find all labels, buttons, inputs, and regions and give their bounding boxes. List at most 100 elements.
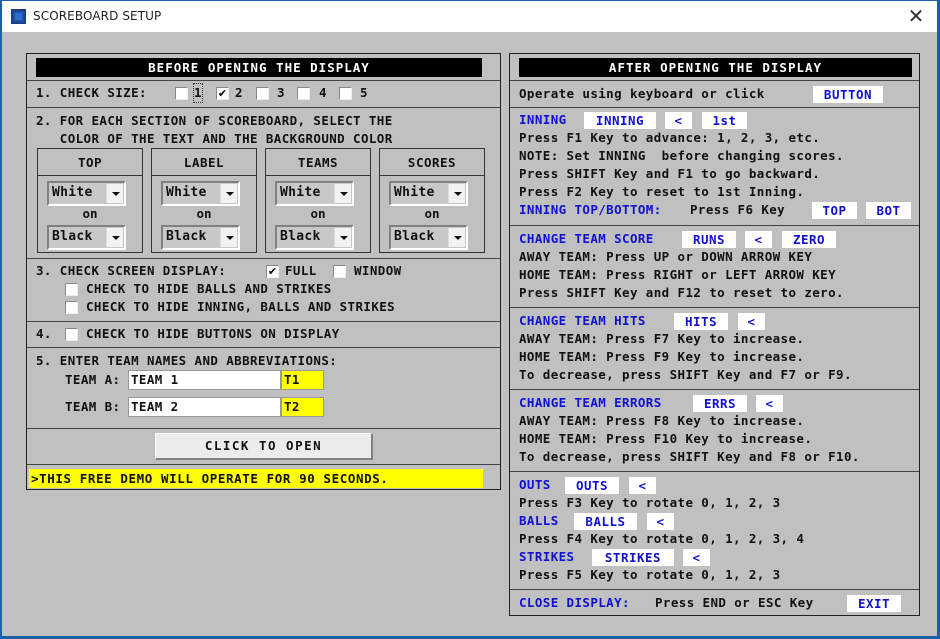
colors-instruction-line-1: 2. FOR EACH SECTION OF SCOREBOARD, SELEC… (36, 113, 393, 128)
inning-button[interactable]: INNING (584, 112, 656, 129)
hide-inning-balls-strikes-label[interactable]: CHECK TO HIDE INNING, BALLS AND STRIKES (86, 298, 395, 316)
inning-top-bottom-text: Press F6 Key (690, 202, 786, 217)
team-errors-line-2: HOME TEAM: Press F10 Key to increase. (519, 431, 813, 446)
select-value: Black (280, 229, 321, 244)
size-5-label[interactable]: 5 (360, 84, 368, 102)
balls-button[interactable]: BALLS (574, 513, 637, 530)
top-text-color-select[interactable]: White (47, 181, 126, 206)
outs-button[interactable]: OUTS (565, 477, 619, 494)
select-value: White (394, 185, 435, 200)
inning-title: INNING (519, 112, 567, 127)
window-label[interactable]: WINDOW (354, 262, 402, 280)
runs-button[interactable]: RUNS (682, 231, 736, 248)
inning-top-bottom-label: INNING TOP/BOTTOM: (519, 202, 662, 217)
hide-buttons-section: 4. CHECK TO HIDE BUTTONS ON DISPLAY (27, 322, 500, 348)
inning-value-button[interactable]: 1st (702, 112, 747, 129)
outs-title: OUTS (519, 477, 551, 492)
label-text-color-select[interactable]: White (161, 181, 240, 206)
full-label[interactable]: FULL (285, 262, 317, 280)
team-score-title: CHANGE TEAM SCORE (519, 231, 654, 246)
chevron-down-icon[interactable] (220, 184, 237, 203)
exit-button[interactable]: EXIT (847, 595, 901, 612)
label-background-color-select[interactable]: Black (161, 225, 240, 250)
top-background-color-select[interactable]: Black (47, 225, 126, 250)
top-button[interactable]: TOP (812, 202, 857, 219)
before-opening-panel: BEFORE OPENING THE DISPLAY 1. CHECK SIZE… (26, 53, 501, 490)
full-checkbox[interactable]: ✔ (266, 265, 279, 278)
size-1-label[interactable]: 1 (193, 83, 203, 103)
strikes-back-button[interactable]: < (683, 549, 710, 566)
chevron-down-icon[interactable] (106, 228, 123, 247)
title-bar: SCOREBOARD SETUP ✕ (2, 0, 937, 32)
size-4-checkbox[interactable] (297, 87, 310, 100)
chevron-down-icon[interactable] (334, 184, 351, 203)
teams-background-color-select[interactable]: Black (275, 225, 354, 250)
hits-back-button[interactable]: < (738, 313, 765, 330)
teams-text-color-select[interactable]: White (275, 181, 354, 206)
strikes-button[interactable]: STRIKES (592, 549, 674, 566)
team-b-abbreviation-input[interactable]: T2 (281, 397, 324, 417)
size-1-checkbox[interactable] (175, 87, 188, 100)
window-title: SCOREBOARD SETUP (33, 9, 162, 23)
color-box-scores: SCORES White on Black (379, 148, 485, 253)
select-value: Black (52, 229, 93, 244)
zero-button[interactable]: ZERO (782, 231, 836, 248)
chevron-down-icon[interactable] (448, 184, 465, 203)
team-names-section: 5. ENTER TEAM NAMES AND ABBREVIATIONS: T… (27, 348, 500, 429)
team-a-abbreviation-input[interactable]: T1 (281, 370, 324, 390)
chevron-down-icon[interactable] (448, 228, 465, 247)
size-5-checkbox[interactable] (339, 87, 352, 100)
scores-text-color-select[interactable]: White (389, 181, 468, 206)
app-icon (11, 9, 26, 24)
size-3-label[interactable]: 3 (277, 84, 285, 102)
hide-balls-strikes-checkbox[interactable] (65, 283, 78, 296)
team-a-name-input[interactable]: TEAM 1 (128, 370, 281, 390)
hide-buttons-checkbox[interactable] (65, 328, 78, 341)
hide-buttons-label[interactable]: CHECK TO HIDE BUTTONS ON DISPLAY (86, 325, 340, 343)
click-to-open-button[interactable]: CLICK TO OPEN (155, 433, 373, 460)
inning-line-2: NOTE: Set INNING before changing scores. (519, 148, 844, 163)
bot-button[interactable]: BOT (866, 202, 911, 219)
inning-section: INNING INNING < 1st Press F1 Key to adva… (510, 108, 919, 226)
size-4-label[interactable]: 4 (319, 84, 327, 102)
on-label: on (196, 206, 212, 221)
team-hits-line-3: To decrease, press SHIFT Key and F7 or F… (519, 367, 852, 382)
window-checkbox[interactable] (333, 265, 346, 278)
size-2-label[interactable]: 2 (235, 84, 243, 102)
hits-button[interactable]: HITS (674, 313, 728, 330)
chevron-down-icon[interactable] (334, 228, 351, 247)
close-icon[interactable]: ✕ (901, 5, 931, 29)
scores-background-color-select[interactable]: Black (389, 225, 468, 250)
team-b-label: TEAM B: (65, 399, 121, 414)
chevron-down-icon[interactable] (220, 228, 237, 247)
balls-back-button[interactable]: < (647, 513, 674, 530)
close-display-label: CLOSE DISPLAY: (519, 595, 630, 610)
header-section (27, 54, 500, 81)
select-value: White (280, 185, 321, 200)
color-box-label: LABEL White on Black (151, 148, 257, 253)
color-box-title: TEAMS (266, 149, 370, 176)
scoreboard-setup-window: SCOREBOARD SETUP ✕ BEFORE OPENING THE DI… (0, 0, 940, 639)
errs-button[interactable]: ERRS (693, 395, 747, 412)
team-b-name-input[interactable]: TEAM 2 (128, 397, 281, 417)
errs-back-button[interactable]: < (756, 395, 783, 412)
inning-back-button[interactable]: < (665, 112, 692, 129)
colors-section: 2. FOR EACH SECTION OF SCOREBOARD, SELEC… (27, 108, 500, 259)
size-3-checkbox[interactable] (256, 87, 269, 100)
team-hits-title: CHANGE TEAM HITS (519, 313, 646, 328)
select-value: Black (394, 229, 435, 244)
runs-back-button[interactable]: < (745, 231, 772, 248)
color-box-title: LABEL (152, 149, 256, 176)
size-2-checkbox[interactable]: ✔ (216, 87, 229, 100)
hide-balls-strikes-label[interactable]: CHECK TO HIDE BALLS AND STRIKES (86, 280, 332, 298)
team-score-line-2: HOME TEAM: Press RIGHT or LEFT ARROW KEY (519, 267, 837, 282)
on-label: on (310, 206, 326, 221)
operate-section: Operate using keyboard or click BUTTON (510, 81, 919, 108)
open-section: CLICK TO OPEN (27, 429, 500, 465)
button-demo-button[interactable]: BUTTON (813, 86, 883, 103)
chevron-down-icon[interactable] (106, 184, 123, 203)
hide-inning-balls-strikes-checkbox[interactable] (65, 301, 78, 314)
inning-line-1: Press F1 Key to advance: 1, 2, 3, etc. (519, 130, 821, 145)
team-score-line-3: Press SHIFT Key and F12 to reset to zero… (519, 285, 844, 300)
outs-back-button[interactable]: < (629, 477, 656, 494)
